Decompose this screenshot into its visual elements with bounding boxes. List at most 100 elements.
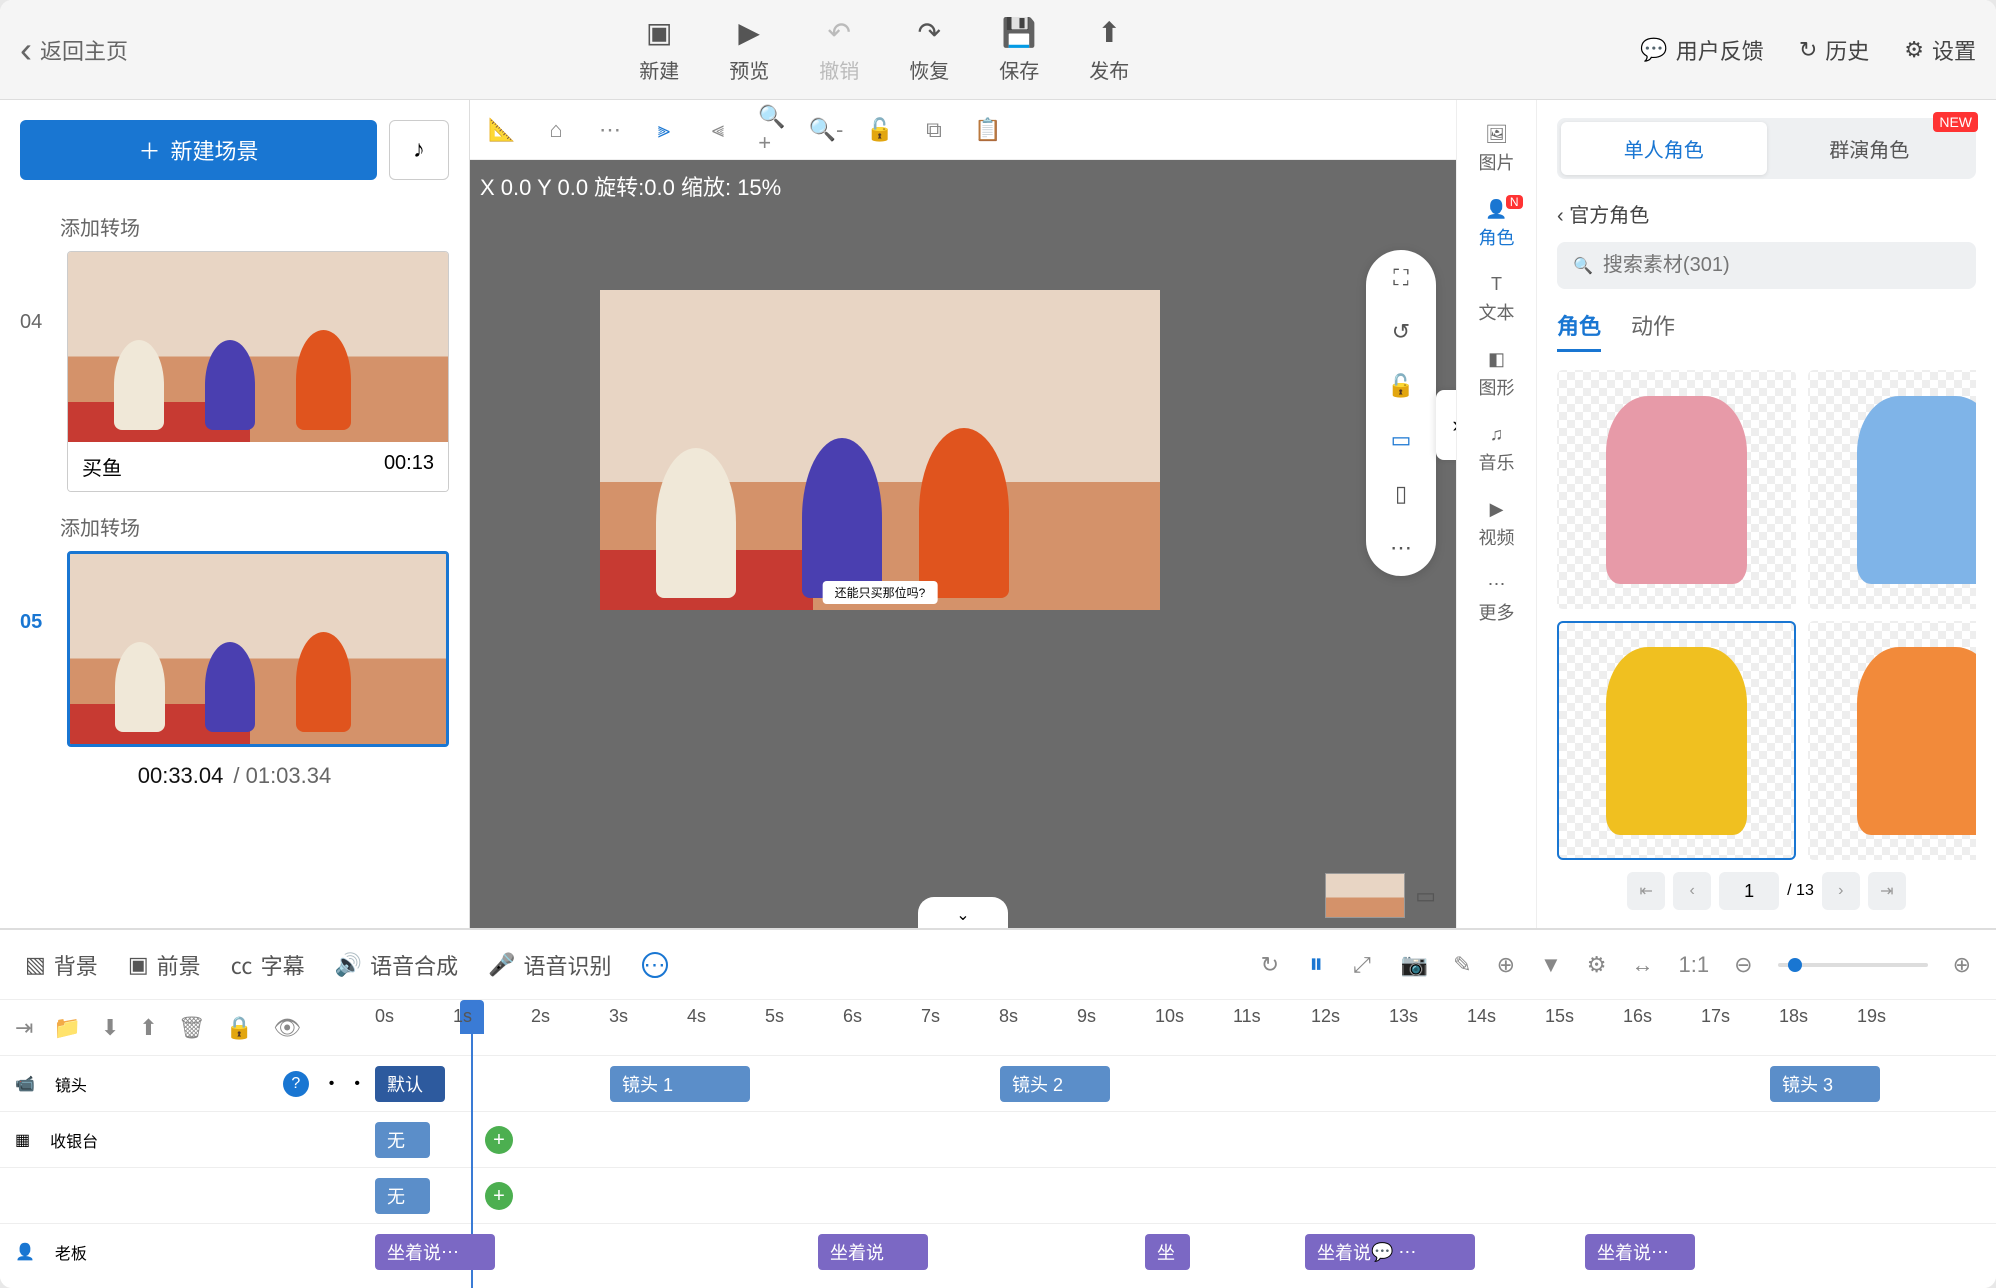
clip-sit[interactable]: 坐 xyxy=(1145,1234,1190,1270)
scene-item[interactable]: 04 买鱼 00:13 xyxy=(20,251,449,492)
subtitle-button[interactable]: ㏄字幕 xyxy=(231,949,305,981)
clip-cam1[interactable]: 镜头 1 xyxy=(610,1066,750,1102)
pause-icon[interactable]: ⏸ xyxy=(1309,948,1323,981)
tab-single-role[interactable]: 单人角色 xyxy=(1561,122,1767,175)
tts-button[interactable]: 🔊语音合成 xyxy=(335,949,458,981)
import-icon[interactable]: ⇥ xyxy=(15,1015,33,1041)
rotate-icon[interactable]: ↺ xyxy=(1392,319,1410,345)
undo-button[interactable]: ↶撤销 xyxy=(819,16,859,84)
expand-icon[interactable]: ⤢ xyxy=(1353,952,1371,978)
asr-button[interactable]: 🎤语音识别 xyxy=(488,949,611,981)
copy-icon[interactable]: ⧉ xyxy=(922,118,946,142)
nav-item-text[interactable]: T文本 xyxy=(1479,274,1515,325)
clip-default[interactable]: 默认 xyxy=(375,1066,445,1102)
scene-item[interactable]: 05 xyxy=(20,551,449,747)
page-first-button[interactable]: ⇤ xyxy=(1627,872,1665,910)
scene-card[interactable] xyxy=(67,551,449,747)
more-icon[interactable]: ⋯ xyxy=(598,118,622,142)
lock2-icon[interactable]: 🔒 xyxy=(226,1015,253,1041)
scene-card[interactable]: 买鱼 00:13 xyxy=(67,251,449,492)
nav-item-music[interactable]: ♫音乐 xyxy=(1479,424,1515,475)
settings2-icon[interactable]: ⚙ xyxy=(1587,952,1607,978)
clip-none[interactable]: 无 xyxy=(375,1122,430,1158)
phone-icon[interactable]: ▯ xyxy=(1395,481,1407,507)
clip-cam3[interactable]: 镜头 3 xyxy=(1770,1066,1880,1102)
zoom-in-icon[interactable]: 🔍+ xyxy=(760,118,784,142)
fit-icon[interactable]: ↔ xyxy=(1632,952,1654,978)
fg-button[interactable]: ▣前景 xyxy=(128,949,201,981)
help-icon[interactable]: ? xyxy=(283,1071,309,1097)
zoom-out-tl-icon[interactable]: ⊖ xyxy=(1734,952,1752,978)
new-scene-button[interactable]: ＋新建场景 xyxy=(20,120,377,180)
add-keyframe-button[interactable]: + xyxy=(485,1182,513,1210)
page-last-button[interactable]: ⇥ xyxy=(1868,872,1906,910)
clip-sit-talk[interactable]: 坐着说 xyxy=(818,1234,928,1270)
subtab-role[interactable]: 角色 xyxy=(1557,309,1601,352)
lock-icon[interactable]: 🔓 xyxy=(1387,373,1414,399)
preview-button[interactable]: ▶预览 xyxy=(729,16,769,84)
asset-item[interactable] xyxy=(1557,621,1796,860)
clip-cam2[interactable]: 镜头 2 xyxy=(1000,1066,1110,1102)
feedback-link[interactable]: 💬用户反馈 xyxy=(1640,34,1763,66)
settings-link[interactable]: ⚙设置 xyxy=(1904,34,1976,66)
minimize-icon[interactable]: ▭ xyxy=(1415,883,1436,909)
search-input[interactable] xyxy=(1603,254,1960,277)
publish-button[interactable]: ⬆发布 xyxy=(1089,16,1129,84)
timeline-more-icon[interactable]: ⋯ xyxy=(642,952,668,978)
trash-icon[interactable]: 🗑 xyxy=(178,1015,206,1041)
download-icon[interactable]: ⬇ xyxy=(101,1015,119,1041)
nav-item-role[interactable]: 👤N角色 xyxy=(1479,199,1515,250)
save-button[interactable]: 💾保存 xyxy=(999,16,1039,84)
edit-icon[interactable]: ✎ xyxy=(1453,952,1471,978)
asset-item[interactable] xyxy=(1808,621,1976,860)
nav-item-video[interactable]: ▶视频 xyxy=(1479,499,1515,550)
zoom-in-tl-icon[interactable]: ⊕ xyxy=(1953,952,1971,978)
camera-icon[interactable]: 📷 xyxy=(1401,952,1428,978)
upload-icon[interactable]: ⬆ xyxy=(139,1015,157,1041)
folder-icon[interactable]: 📁 xyxy=(53,1015,80,1041)
more-dots-icon[interactable]: ⋯ xyxy=(1390,535,1412,561)
unlock-icon[interactable]: 🔓 xyxy=(868,118,892,142)
clip-sit-talk[interactable]: 坐着说 ⋯ xyxy=(1585,1234,1695,1270)
align-v-icon[interactable]: ⫸ xyxy=(652,118,676,142)
reset-icon[interactable]: ↻ xyxy=(1261,952,1279,978)
breadcrumb[interactable]: ‹ 官方角色 xyxy=(1557,199,1976,228)
subtab-action[interactable]: 动作 xyxy=(1631,309,1675,352)
tab-group-role[interactable]: 群演角色NEW xyxy=(1767,122,1973,175)
fullscreen-icon[interactable]: ⛶ xyxy=(1393,265,1408,291)
monitor-icon[interactable]: ▭ xyxy=(1391,427,1412,453)
scene-music-button[interactable]: ♪ xyxy=(389,120,449,180)
canvas-frame[interactable]: 还能只买那位吗? xyxy=(600,290,1160,610)
home-icon[interactable]: ⌂ xyxy=(544,118,568,142)
paste-icon[interactable]: 📋 xyxy=(976,118,1000,142)
filter-icon[interactable]: ▼ xyxy=(1540,952,1562,978)
ratio-icon[interactable]: 1:1 xyxy=(1679,952,1710,978)
new-button[interactable]: ▣新建 xyxy=(639,16,679,84)
page-input[interactable] xyxy=(1719,872,1779,910)
nav-item-more[interactable]: ⋯更多 xyxy=(1479,574,1515,625)
marker-icon[interactable]: ⊕ xyxy=(1497,952,1515,978)
back-button[interactable]: 返回主页 xyxy=(20,29,128,71)
zoom-out-icon[interactable]: 🔍- xyxy=(814,118,838,142)
timeline-ruler[interactable]: 0s1s2s3s4s5s6s7s8s9s10s11s12s13s14s15s16… xyxy=(375,1000,1996,1055)
clip-none[interactable]: 无 xyxy=(375,1178,430,1214)
transition-label[interactable]: 添加转场 xyxy=(60,212,449,241)
asset-item[interactable] xyxy=(1557,370,1796,609)
eye-icon[interactable]: 👁 xyxy=(273,1015,301,1041)
align-h-icon[interactable]: ⫷ xyxy=(706,118,730,142)
clip-sit-talk[interactable]: 坐着说 ⋯ xyxy=(375,1234,495,1270)
history-link[interactable]: ↻历史 xyxy=(1799,34,1869,66)
canvas-stage[interactable]: X 0.0 Y 0.0 旋转:0.0 缩放: 15% 还能只买那位吗? ⛶ ↺ … xyxy=(470,160,1456,928)
nav-item-shape[interactable]: ◧图形 xyxy=(1479,349,1515,400)
nav-item-image[interactable]: 🖼图片 xyxy=(1479,124,1515,175)
collapse-handle[interactable]: ⌄ xyxy=(918,897,1008,928)
canvas-mini-thumb[interactable] xyxy=(1325,873,1405,918)
clip-sit-talk[interactable]: 坐着说 💬 ⋯ xyxy=(1305,1234,1475,1270)
bg-button[interactable]: ▧背景 xyxy=(25,949,98,981)
search-box[interactable]: 🔍 xyxy=(1557,242,1976,289)
asset-item[interactable] xyxy=(1808,370,1976,609)
panel-expand-handle[interactable]: › xyxy=(1436,390,1456,460)
transition-label[interactable]: 添加转场 xyxy=(60,512,449,541)
add-keyframe-button[interactable]: + xyxy=(485,1126,513,1154)
zoom-slider[interactable] xyxy=(1778,963,1928,967)
